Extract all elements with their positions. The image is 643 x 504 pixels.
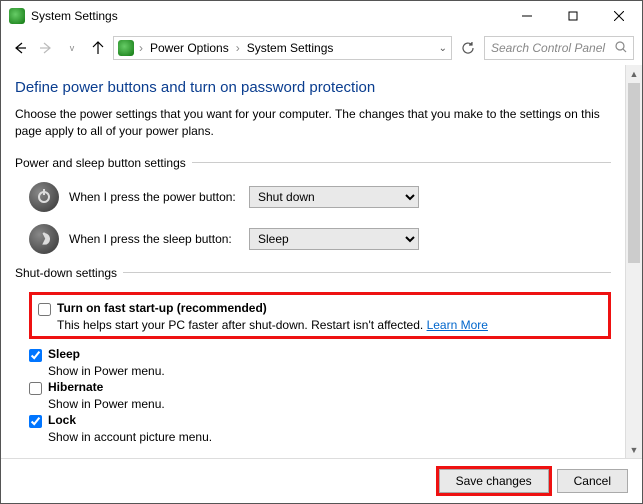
sleep-icon: [29, 224, 59, 254]
search-icon: [615, 41, 627, 56]
lock-label: Lock: [48, 413, 76, 427]
chevron-down-icon[interactable]: ⌄: [439, 43, 447, 54]
lock-checkbox[interactable]: [29, 415, 42, 428]
save-button[interactable]: Save changes: [439, 469, 549, 493]
minimize-button[interactable]: [504, 1, 550, 31]
fast-startup-checkbox[interactable]: [38, 303, 51, 316]
breadcrumb[interactable]: › Power Options › System Settings ⌄: [113, 36, 452, 60]
maximize-button[interactable]: [550, 1, 596, 31]
fast-startup-highlight: Turn on fast start-up (recommended) This…: [29, 292, 611, 339]
search-input[interactable]: Search Control Panel: [484, 36, 634, 60]
scroll-down-arrow[interactable]: ▼: [626, 441, 642, 458]
back-button[interactable]: [9, 37, 31, 59]
breadcrumb-item[interactable]: System Settings: [245, 41, 336, 55]
power-button-row: When I press the power button: Shut down: [29, 182, 611, 212]
refresh-button[interactable]: [456, 36, 480, 60]
breadcrumb-item[interactable]: Power Options: [148, 41, 231, 55]
fast-startup-label: Turn on fast start-up (recommended): [57, 301, 267, 315]
search-placeholder: Search Control Panel: [491, 41, 605, 55]
close-button[interactable]: [596, 1, 642, 31]
recent-dropdown[interactable]: v: [61, 37, 83, 59]
hibernate-checkbox[interactable]: [29, 382, 42, 395]
sleep-checkbox[interactable]: [29, 349, 42, 362]
chevron-right-icon: ›: [233, 41, 243, 55]
hibernate-desc: Show in Power menu.: [48, 397, 611, 411]
power-icon: [29, 182, 59, 212]
fast-startup-desc: This helps start your PC faster after sh…: [57, 318, 602, 332]
window-title: System Settings: [31, 9, 504, 23]
page-title: Define power buttons and turn on passwor…: [15, 79, 611, 96]
toolbar: v › Power Options › System Settings ⌄ Se…: [1, 31, 642, 65]
window: System Settings v › Power Options › Syst…: [0, 0, 643, 504]
hibernate-label: Hibernate: [48, 380, 103, 394]
sleep-desc: Show in Power menu.: [48, 364, 611, 378]
sleep-button-label: When I press the sleep button:: [69, 232, 239, 246]
forward-button[interactable]: [35, 37, 57, 59]
lock-desc: Show in account picture menu.: [48, 430, 611, 444]
scrollbar[interactable]: ▲ ▼: [625, 65, 642, 458]
sleep-button-row: When I press the sleep button: Sleep: [29, 224, 611, 254]
footer: Save changes Cancel: [1, 458, 642, 503]
app-icon: [9, 8, 25, 24]
window-controls: [504, 1, 642, 31]
sleep-label: Sleep: [48, 347, 80, 361]
scroll-up-arrow[interactable]: ▲: [626, 65, 642, 82]
up-button[interactable]: [87, 37, 109, 59]
section-header-power: Power and sleep button settings: [15, 156, 611, 170]
cancel-button[interactable]: Cancel: [557, 469, 628, 493]
sleep-button-select[interactable]: Sleep: [249, 228, 419, 250]
breadcrumb-icon: [118, 40, 134, 56]
content-area: Define power buttons and turn on passwor…: [1, 65, 625, 458]
power-button-select[interactable]: Shut down: [249, 186, 419, 208]
titlebar: System Settings: [1, 1, 642, 31]
page-description: Choose the power settings that you want …: [15, 106, 611, 140]
scroll-thumb[interactable]: [628, 83, 640, 263]
power-button-label: When I press the power button:: [69, 190, 239, 204]
section-header-shutdown: Shut-down settings: [15, 266, 611, 280]
chevron-right-icon: ›: [136, 41, 146, 55]
learn-more-link[interactable]: Learn More: [427, 318, 488, 332]
